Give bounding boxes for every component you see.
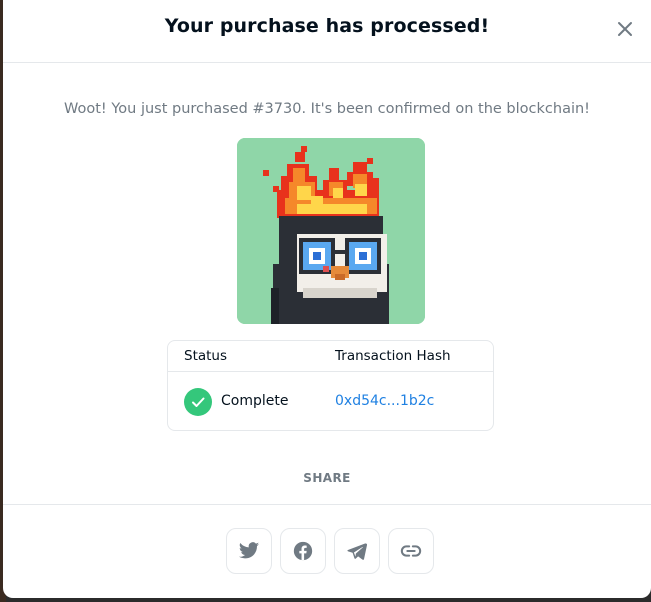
link-icon — [400, 545, 422, 557]
share-telegram-button[interactable] — [334, 528, 380, 574]
share-label: SHARE — [303, 471, 351, 485]
modal-header: Your purchase has processed! — [3, 0, 651, 63]
twitter-icon — [238, 542, 260, 559]
telegram-icon — [347, 543, 368, 560]
purchase-modal: Your purchase has processed! Woot! You j… — [3, 0, 651, 598]
share-facebook-button[interactable] — [280, 528, 326, 574]
transaction-status-table: Status Transaction Hash Complete 0xd54c.… — [167, 340, 494, 431]
checkmark-icon — [184, 388, 212, 416]
status-value: Complete — [221, 393, 289, 409]
nft-image — [237, 138, 425, 324]
close-button[interactable] — [615, 19, 635, 39]
table-header: Status Transaction Hash — [168, 341, 493, 372]
share-twitter-button[interactable] — [226, 528, 272, 574]
copy-link-button[interactable] — [388, 528, 434, 574]
modal-title: Your purchase has processed! — [164, 15, 490, 37]
close-icon — [618, 22, 632, 36]
purchase-message: Woot! You just purchased #3730. It's bee… — [64, 101, 590, 117]
footer-divider — [3, 504, 651, 505]
table-row: Complete 0xd54c...1b2c — [168, 372, 493, 432]
hash-column-header: Transaction Hash — [335, 348, 451, 364]
facebook-icon — [293, 541, 313, 561]
transaction-hash-link[interactable]: 0xd54c...1b2c — [335, 393, 434, 409]
status-column-header: Status — [184, 348, 228, 364]
